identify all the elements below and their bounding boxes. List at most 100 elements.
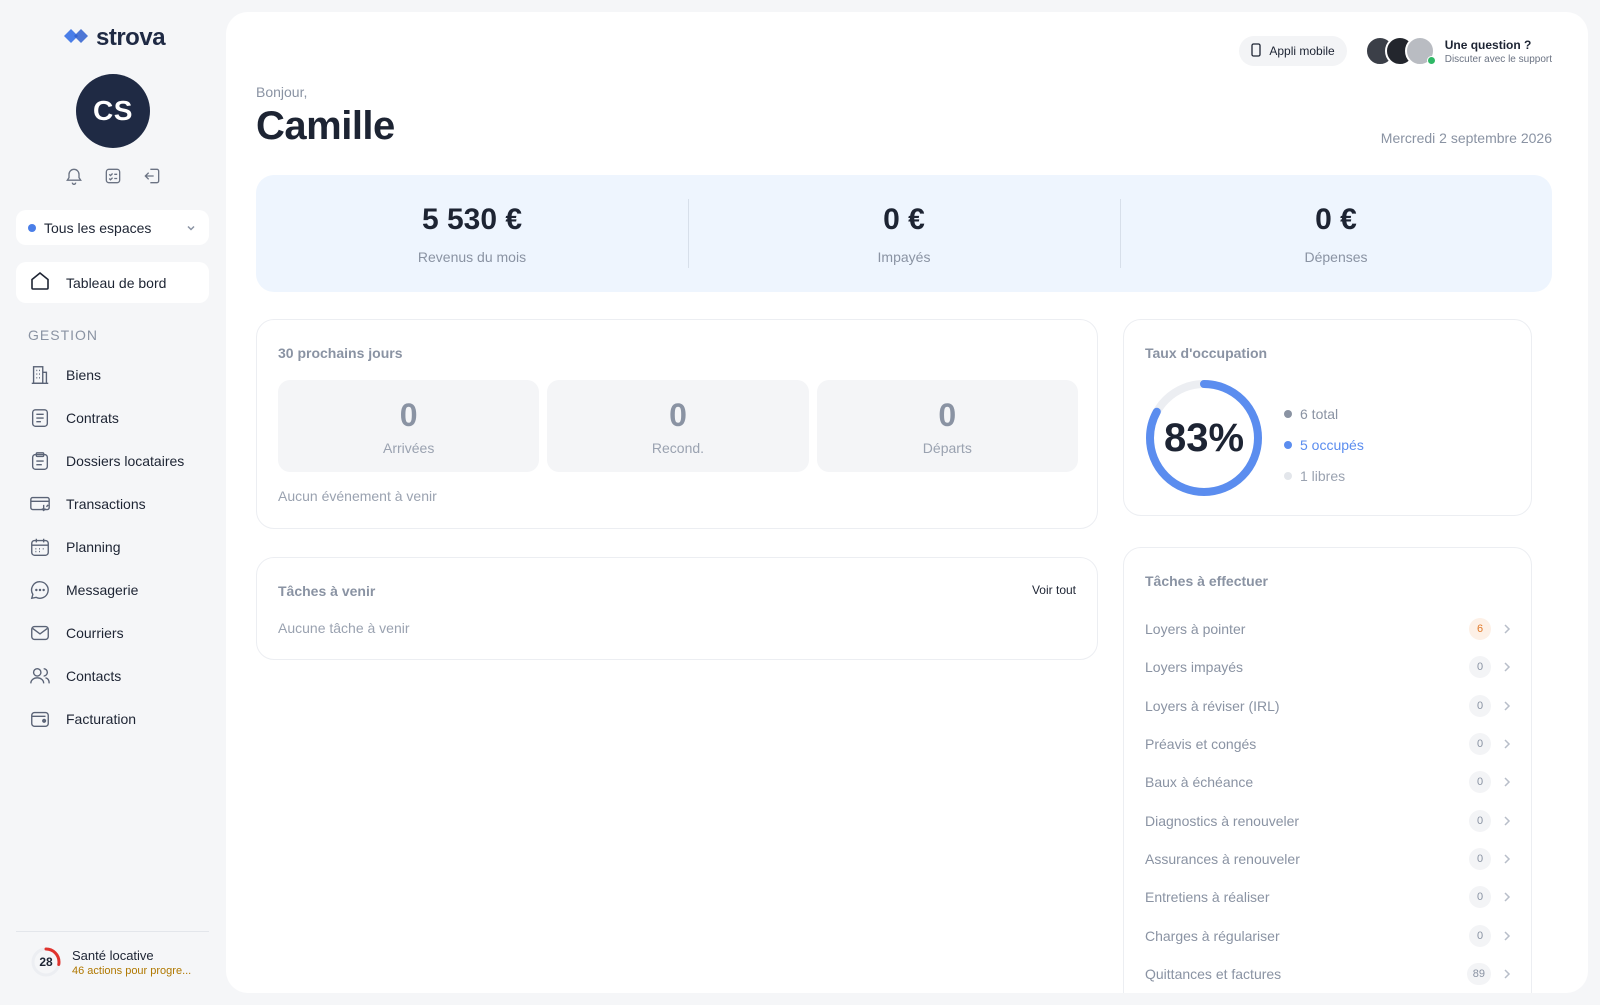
todo-row[interactable]: Assurances à renouveler 0 bbox=[1145, 840, 1511, 878]
chevron-right-icon bbox=[1491, 891, 1511, 903]
stat-arrivals[interactable]: 0 Arrivées bbox=[278, 380, 540, 472]
legend-item: 6 total bbox=[1284, 398, 1364, 429]
support-chat-button[interactable]: Une question ? Discuter avec le support bbox=[1364, 36, 1552, 66]
todo-label: Diagnostics à renouveler bbox=[1145, 812, 1300, 829]
count-badge: 0 bbox=[1469, 809, 1491, 832]
sidebar-item-facturation[interactable]: Facturation bbox=[16, 697, 209, 740]
mail-icon bbox=[28, 621, 52, 645]
todo-row[interactable]: Diagnostics à renouveler 0 bbox=[1145, 801, 1511, 839]
sidebar-nav: Biens Contrats Dossiers locataires Trans… bbox=[16, 353, 209, 740]
sidebar-item-planning[interactable]: Planning bbox=[16, 525, 209, 568]
chevron-right-icon bbox=[1491, 930, 1511, 942]
sidebar-item-contrats[interactable]: Contrats bbox=[16, 396, 209, 439]
sidebar-item-contacts[interactable]: Contacts bbox=[16, 654, 209, 697]
sidebar-item-dashboard[interactable]: Tableau de bord bbox=[16, 262, 209, 303]
chevron-right-icon bbox=[1491, 776, 1511, 788]
upcoming-stats: 0 Arrivées 0 Recond. 0 Départs bbox=[278, 380, 1078, 472]
todo-label: Loyers à pointer bbox=[1145, 621, 1246, 638]
sidebar-item-label: Transactions bbox=[66, 495, 146, 512]
legend-dot bbox=[1284, 471, 1292, 480]
brand-logo[interactable]: strova bbox=[62, 24, 166, 52]
space-selector[interactable]: Tous les espaces bbox=[16, 210, 209, 245]
todo-row[interactable]: Baux à échéance 0 bbox=[1145, 763, 1511, 801]
todo-label: Assurances à renouveler bbox=[1145, 850, 1300, 867]
online-status-dot bbox=[1426, 56, 1436, 65]
kpi-value: 0 € bbox=[883, 202, 925, 236]
sidebar-item-dossiers-locataires[interactable]: Dossiers locataires bbox=[16, 439, 209, 482]
stat-value: 0 bbox=[399, 396, 418, 433]
chevron-down-icon bbox=[185, 222, 197, 234]
health-subtitle: 46 actions pour progre... bbox=[72, 964, 192, 977]
health-title: Santé locative bbox=[72, 947, 154, 963]
upcoming-30-days-card: 30 prochains jours 0 Arrivées 0 Recond. … bbox=[256, 319, 1098, 529]
legend-label: 1 libres bbox=[1300, 467, 1346, 484]
health-score-ring: 28 bbox=[30, 946, 62, 978]
todo-row[interactable]: Entretiens à réaliser 0 bbox=[1145, 878, 1511, 916]
todo-label: Loyers à réviser (IRL) bbox=[1145, 697, 1280, 714]
todo-row[interactable]: Charges à régulariser 0 bbox=[1145, 916, 1511, 954]
todo-row[interactable]: Préavis et congés 0 bbox=[1145, 725, 1511, 763]
stat-label: Recond. bbox=[651, 439, 705, 456]
chevron-right-icon bbox=[1491, 815, 1511, 827]
bell-icon[interactable] bbox=[62, 164, 86, 188]
card-title: Taux d'occupation bbox=[1145, 345, 1268, 361]
sidebar-item-label: Contrats bbox=[66, 409, 119, 426]
sidebar-item-label: Tableau de bord bbox=[66, 274, 167, 291]
kpi-value: 0 € bbox=[1315, 202, 1357, 236]
stat-label: Arrivées bbox=[382, 439, 435, 456]
health-score: 28 bbox=[39, 955, 53, 969]
support-avatars bbox=[1364, 36, 1436, 66]
count-badge: 0 bbox=[1469, 694, 1491, 717]
sidebar-item-messagerie[interactable]: Messagerie bbox=[16, 568, 209, 611]
legend-dot bbox=[1284, 409, 1292, 418]
sidebar-item-label: Courriers bbox=[66, 624, 124, 641]
empty-tasks-text: Aucune tâche à venir bbox=[278, 620, 410, 636]
card-title: 30 prochains jours bbox=[278, 345, 403, 361]
checklist-icon[interactable] bbox=[101, 164, 125, 188]
document-icon bbox=[28, 406, 52, 430]
home-icon bbox=[28, 269, 52, 296]
todo-row[interactable]: Loyers à pointer 6 bbox=[1145, 610, 1511, 648]
chevron-right-icon bbox=[1491, 623, 1511, 635]
stat-value: 0 bbox=[669, 396, 687, 433]
space-selector-label: Tous les espaces bbox=[44, 219, 152, 236]
user-avatar[interactable]: CS bbox=[76, 74, 150, 148]
todo-row[interactable]: Loyers à réviser (IRL) 0 bbox=[1145, 687, 1511, 725]
stat-value: 0 bbox=[938, 396, 957, 433]
kpi-revenue[interactable]: 5 530 € Revenus du mois bbox=[256, 175, 688, 292]
logo-icon bbox=[62, 26, 92, 51]
legend-item: 5 occupés bbox=[1284, 429, 1364, 460]
logout-icon[interactable] bbox=[140, 164, 164, 188]
todo-row[interactable]: Loyers impayés 0 bbox=[1145, 648, 1511, 686]
stat-departures[interactable]: 0 Départs bbox=[816, 380, 1078, 472]
todo-label: Charges à régulariser bbox=[1145, 927, 1280, 944]
chat-icon bbox=[28, 578, 52, 602]
count-badge: 0 bbox=[1469, 886, 1491, 909]
kpi-label: Impayés bbox=[877, 248, 931, 265]
main-panel: Appli mobile Une question ? Discuter ave… bbox=[226, 12, 1588, 993]
see-all-link[interactable]: Voir tout bbox=[1032, 583, 1076, 597]
stat-renewals[interactable]: 0 Recond. bbox=[547, 380, 809, 472]
kpi-strip: 5 530 € Revenus du mois 0 € Impayés 0 € … bbox=[256, 175, 1552, 292]
users-icon bbox=[28, 664, 52, 688]
upcoming-tasks-card: Tâches à venir Voir tout Aucune tâche à … bbox=[256, 557, 1098, 660]
count-badge: 0 bbox=[1469, 771, 1491, 794]
todo-label: Entretiens à réaliser bbox=[1145, 889, 1270, 906]
rental-health-widget[interactable]: 28 Santé locative 46 actions pour progre… bbox=[30, 946, 215, 978]
count-badge: 0 bbox=[1469, 733, 1491, 756]
mobile-app-button[interactable]: Appli mobile bbox=[1239, 36, 1347, 66]
sidebar-item-courriers[interactable]: Courriers bbox=[16, 611, 209, 654]
chevron-right-icon bbox=[1491, 700, 1511, 712]
kpi-unpaid[interactable]: 0 € Impayés bbox=[688, 175, 1120, 292]
sidebar-item-label: Facturation bbox=[66, 710, 137, 727]
kpi-label: Dépenses bbox=[1304, 248, 1368, 265]
sidebar-item-biens[interactable]: Biens bbox=[16, 353, 209, 396]
todo-row[interactable]: Quittances et factures 89 bbox=[1145, 955, 1511, 993]
kpi-expenses[interactable]: 0 € Dépenses bbox=[1120, 175, 1552, 292]
sidebar-item-label: Messagerie bbox=[66, 581, 139, 598]
sidebar-divider bbox=[16, 931, 209, 932]
sidebar-item-transactions[interactable]: Transactions bbox=[16, 482, 209, 525]
chevron-right-icon bbox=[1491, 661, 1511, 673]
chevron-right-icon bbox=[1491, 968, 1511, 980]
todo-label: Baux à échéance bbox=[1145, 774, 1254, 791]
